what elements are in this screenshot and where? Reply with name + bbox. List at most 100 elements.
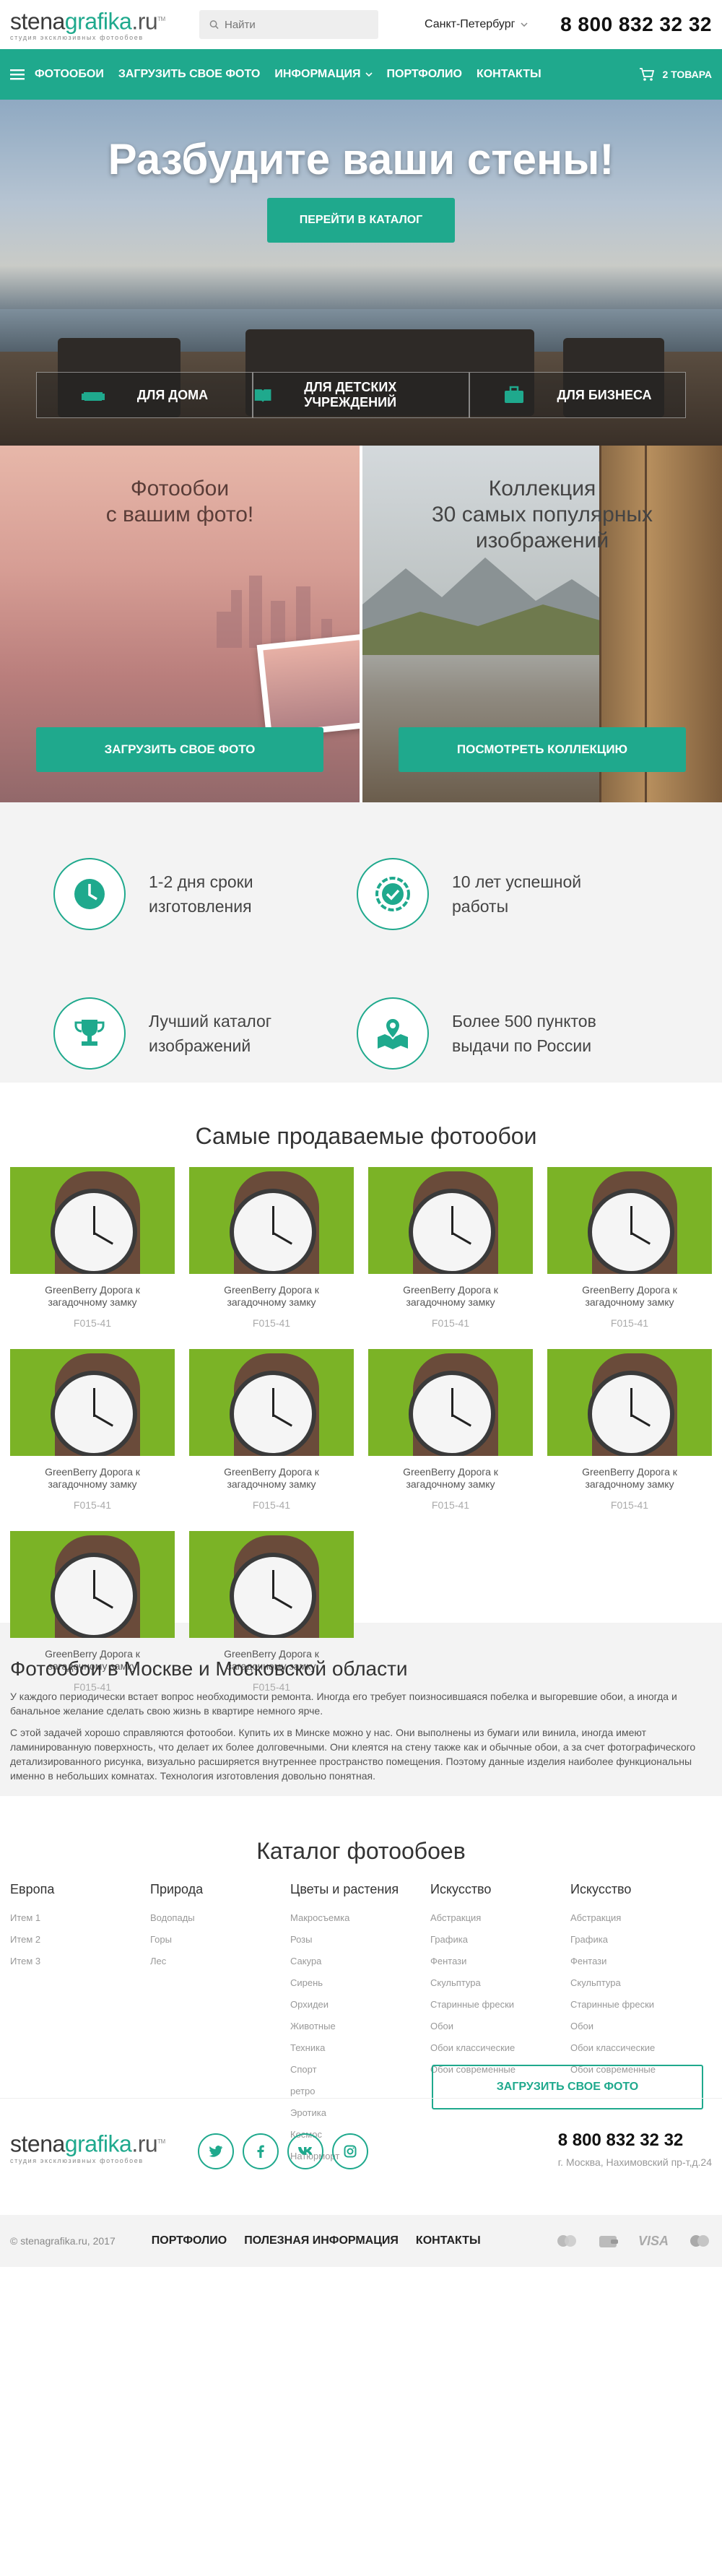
product-code: F015-41 xyxy=(431,1499,470,1511)
catalog-link[interactable]: Старинные фрески xyxy=(570,1994,710,2016)
chevron-down-icon xyxy=(521,22,529,27)
catalog-link[interactable]: Обои xyxy=(570,2016,710,2037)
footer-link-portfolio[interactable]: ПОРТФОЛИО xyxy=(152,2234,227,2247)
catalog-link[interactable]: Графика xyxy=(430,1929,570,1951)
chevron-down-icon xyxy=(365,72,373,77)
feature-text: 10 лет успешной работы xyxy=(452,872,582,916)
cart-button[interactable]: 2 ТОВАРА xyxy=(639,67,712,82)
catalog-column-title[interactable]: Природа xyxy=(150,1882,290,1897)
catalog-link[interactable]: Спорт xyxy=(290,2059,430,2081)
catalog-column-title[interactable]: Цветы и растения xyxy=(290,1882,430,1897)
nav-item-portfolio[interactable]: ПОРТФОЛИО xyxy=(387,68,462,81)
nav-item-contacts[interactable]: КОНТАКТЫ xyxy=(477,68,542,81)
feature-icon-circle xyxy=(357,997,429,1070)
product-card[interactable]: GreenBerry Дорога к загадочному замку F01… xyxy=(547,1167,712,1329)
catalog-link[interactable]: Водопады xyxy=(150,1907,290,1929)
clock-icon xyxy=(74,878,105,909)
bottom-bar: © stenagrafika.ru, 2017 ПОРТФОЛИО ПОЛЕЗН… xyxy=(0,2215,722,2267)
maestro-icon xyxy=(690,2235,709,2247)
logo-tagline: студия эксклюзивных фотообоев xyxy=(10,2156,144,2164)
catalog-link[interactable]: Итем 3 xyxy=(10,1951,150,1972)
wallet-icon xyxy=(599,2236,618,2247)
catalog-link[interactable]: Обои классические xyxy=(570,2037,710,2059)
footer-link-useful-info[interactable]: ПОЛЕЗНАЯ ИНФОРМАЦИЯ xyxy=(244,2234,399,2247)
city-label: Санкт-Петербург xyxy=(425,18,516,30)
product-code: F015-41 xyxy=(431,1317,470,1329)
hero-category-tabs: ДЛЯ ДОМА ДЛЯ ДЕТСКИХ УЧРЕЖДЕНИЙ ДЛЯ БИЗН… xyxy=(36,372,686,418)
search-input[interactable] xyxy=(225,18,368,31)
go-to-catalog-button[interactable]: ПЕРЕЙТИ В КАТАЛОГ xyxy=(267,198,455,243)
site-logo[interactable]: stenagrafika.ruTM студия эксклюзивных фо… xyxy=(10,8,183,41)
vk-icon[interactable] xyxy=(287,2133,323,2169)
catalog-link[interactable]: Розы xyxy=(290,1929,430,1951)
city-selector[interactable]: Санкт-Петербург xyxy=(425,18,529,31)
catalog-link[interactable]: Скульптура xyxy=(570,1972,710,1994)
catalog-link[interactable]: Сакура xyxy=(290,1951,430,1972)
nav-item-upload-photo[interactable]: ЗАГРУЗИТЬ СВОЕ ФОТО xyxy=(118,68,261,81)
catalog-column-title[interactable]: Искусство xyxy=(430,1882,570,1897)
catalog-link[interactable]: Лес xyxy=(150,1951,290,1972)
product-name: GreenBerry Дорога к загадочному замку xyxy=(403,1466,498,1490)
catalog-title: Каталог фотообоев xyxy=(256,1838,466,1864)
hero-banner: Разбудите ваши стены! ПЕРЕЙТИ В КАТАЛОГ … xyxy=(0,100,722,446)
footer-phone[interactable]: 8 800 832 32 32 xyxy=(558,2130,712,2151)
footer-link-contacts[interactable]: КОНТАКТЫ xyxy=(416,2234,481,2247)
product-card[interactable]: GreenBerry Дорога к загадочному замку F01… xyxy=(189,1167,354,1329)
briefcase-icon xyxy=(505,386,524,403)
catalog-link[interactable]: Фентази xyxy=(430,1951,570,1972)
catalog-link[interactable]: Абстракция xyxy=(570,1907,710,1929)
catalog-link[interactable]: Фентази xyxy=(570,1951,710,1972)
twitter-icon[interactable] xyxy=(198,2133,234,2169)
catalog-column-title[interactable]: Искусство xyxy=(570,1882,710,1897)
catalog-link[interactable]: Животные xyxy=(290,2016,430,2037)
search-box[interactable] xyxy=(199,10,378,39)
product-card[interactable]: GreenBerry Дорога к загадочному замку F01… xyxy=(368,1167,533,1329)
catalog-link[interactable]: Орхидеи xyxy=(290,1994,430,2016)
nav-item-info-label: ИНФОРМАЦИЯ xyxy=(274,68,361,80)
social-links xyxy=(198,2133,368,2169)
footer-address: г. Москва, Нахимовский пр-т,д.24 xyxy=(557,2156,712,2168)
bestsellers-section: Самые продаваемые фотообои GreenBerry До… xyxy=(0,1083,722,1693)
view-collection-button[interactable]: ПОСМОТРЕТЬ КОЛЛЕКЦИЮ xyxy=(399,727,686,772)
catalog-link[interactable]: Старинные фрески xyxy=(430,1994,570,2016)
catalog-link[interactable]: Горы xyxy=(150,1929,290,1951)
tab-for-business[interactable]: ДЛЯ БИЗНЕСА xyxy=(469,372,686,418)
catalog-link[interactable]: Скульптура xyxy=(430,1972,570,1994)
catalog-link[interactable]: Техника xyxy=(290,2037,430,2059)
product-card[interactable]: GreenBerry Дорога к загадочному замку F01… xyxy=(10,1167,175,1329)
product-card[interactable]: GreenBerry Дорога к загадочному замку F01… xyxy=(547,1349,712,1511)
payment-methods: VISA xyxy=(554,2233,712,2249)
feature-text: Лучший каталог изображений xyxy=(149,1011,272,1055)
catalog-link[interactable]: Абстракция xyxy=(430,1907,570,1929)
product-card[interactable]: GreenBerry Дорога к загадочному замку F01… xyxy=(368,1349,533,1511)
product-card[interactable]: GreenBerry Дорога к загадочному замку F01… xyxy=(189,1349,354,1511)
catalog-link[interactable]: Итем 2 xyxy=(10,1929,150,1951)
logo-text-tld: .ru xyxy=(131,8,158,35)
catalog-link[interactable]: Итем 1 xyxy=(10,1907,150,1929)
tab-for-home[interactable]: ДЛЯ ДОМА xyxy=(36,372,253,418)
tab-for-kids-label: ДЛЯ ДЕТСКИХ УЧРЕЖДЕНИЙ xyxy=(304,380,397,409)
catalog-link[interactable]: Макросъемка xyxy=(290,1907,430,1929)
upload-own-photo-button[interactable]: ЗАГРУЗИТЬ СВОЕ ФОТО xyxy=(36,727,323,772)
catalog-link[interactable]: Обои классические xyxy=(430,2037,570,2059)
product-card[interactable]: GreenBerry Дорога к загадочному замку F01… xyxy=(10,1349,175,1511)
catalog-section: Каталог фотообоев Европа Итем 1 Итем 2 Итем… xyxy=(0,1796,722,2161)
footer-logo[interactable]: stenagrafika.ruTM студия эксклюзивных фо… xyxy=(10,2130,183,2164)
feature-item: 10 лет успешной работы xyxy=(357,844,660,943)
catalog-column-title[interactable]: Европа xyxy=(10,1882,150,1897)
instagram-icon[interactable] xyxy=(332,2133,368,2169)
promo-own-photo: Фотообои с вашим фото! ЗАГРУЗИТЬ СВОЕ ФО… xyxy=(0,446,360,802)
product-code: F015-41 xyxy=(73,1317,112,1329)
tab-for-kids[interactable]: ДЛЯ ДЕТСКИХ УЧРЕЖДЕНИЙ xyxy=(253,372,469,418)
facebook-icon[interactable] xyxy=(243,2133,279,2169)
promo-own-photo-title: Фотообои с вашим фото! xyxy=(105,477,254,526)
hamburger-menu-icon[interactable] xyxy=(10,69,25,80)
nav-item-wallpapers[interactable]: ФОТООБОИ xyxy=(35,68,104,81)
catalog-link[interactable]: Обои xyxy=(430,2016,570,2037)
catalog-link[interactable]: Графика xyxy=(570,1929,710,1951)
product-image xyxy=(368,1349,533,1456)
catalog-link[interactable]: Сирень xyxy=(290,1972,430,1994)
feature-icon-circle xyxy=(357,857,429,930)
header-phone[interactable]: 8 800 832 32 32 xyxy=(560,13,712,36)
nav-item-info[interactable]: ИНФОРМАЦИЯ xyxy=(274,68,373,81)
